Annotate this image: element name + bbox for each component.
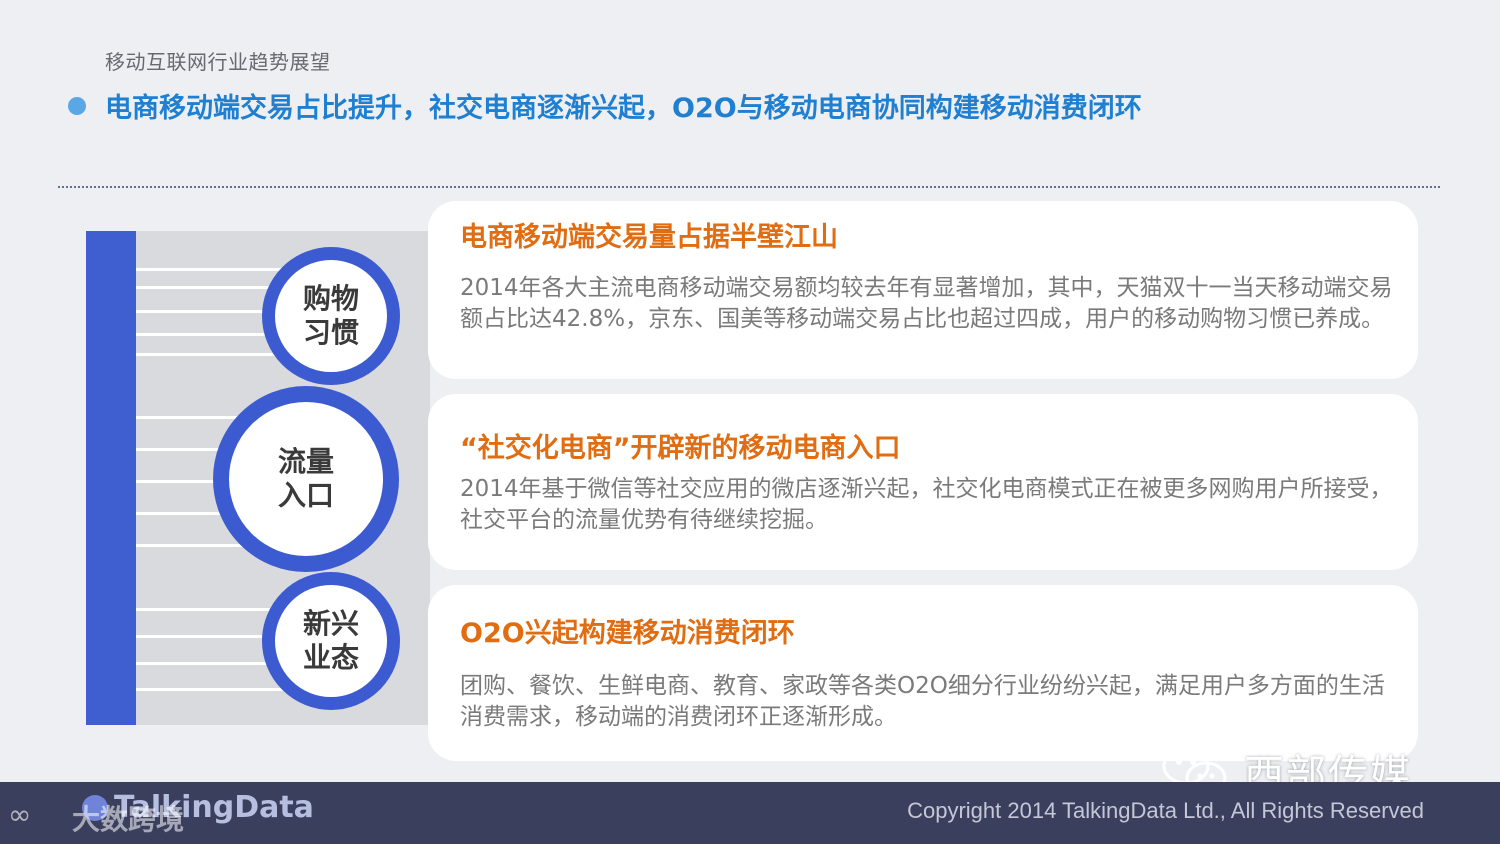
watermark-text: 大数跨境: [72, 803, 185, 836]
breadcrumb: 移动互联网行业趋势展望: [105, 50, 331, 74]
graphic-vertical-bar: [86, 231, 136, 725]
page-title: 电商移动端交易占比提升，社交电商逐渐兴起，O2O与移动电商协同构建移动消费闭环: [105, 93, 1142, 124]
card-body: 团购、餐饮、生鲜电商、教育、家政等各类O2O细分行业纷纷兴起，满足用户多方面的生…: [460, 673, 1385, 730]
connector-line: [136, 353, 296, 356]
card-body: 2014年基于微信等社交应用的微店逐渐兴起，社交化电商模式正在被更多网购用户所接…: [460, 476, 1393, 533]
ring-label: 新兴业态: [302, 607, 359, 674]
card-mobile-ecommerce: 电商移动端交易量占据半壁江山 2014年各大主流电商移动端交易额均较去年有显著增…: [428, 201, 1418, 379]
ring-traffic-entry: 流量入口: [213, 386, 399, 572]
ring-shopping-habit: 购物习惯: [262, 247, 400, 385]
connector-line: [136, 662, 286, 665]
ring-new-business: 新兴业态: [262, 572, 400, 710]
card-body: 2014年各大主流电商移动端交易额均较去年有显著增加，其中，天猫双十一当天移动端…: [460, 275, 1393, 332]
footer: TalkingData ∞ 大数跨境 Copyright 2014 Talkin…: [0, 782, 1500, 844]
dotted-divider: [58, 186, 1440, 188]
connector-line: [136, 286, 286, 289]
connector-line: [136, 544, 256, 547]
card-title: “社交化电商”开辟新的移动电商入口: [460, 433, 901, 464]
copyright-text: Copyright 2014 TalkingData Ltd., All Rig…: [907, 798, 1424, 823]
ring-label: 购物习惯: [302, 282, 359, 349]
card-title: O2O兴起构建移动消费闭环: [460, 618, 795, 649]
connector-line: [136, 608, 286, 611]
watermark-logo-icon: ∞: [8, 798, 32, 831]
ring-label: 流量入口: [277, 445, 334, 512]
card-title: 电商移动端交易量占据半壁江山: [460, 222, 838, 253]
connector-line: [136, 268, 296, 271]
card-o2o: O2O兴起构建移动消费闭环 团购、餐饮、生鲜电商、教育、家政等各类O2O细分行业…: [428, 585, 1418, 761]
bullet-dot-icon: [68, 97, 86, 115]
connector-line: [136, 688, 286, 691]
card-social-ecommerce: “社交化电商”开辟新的移动电商入口 2014年基于微信等社交应用的微店逐渐兴起，…: [428, 394, 1418, 570]
